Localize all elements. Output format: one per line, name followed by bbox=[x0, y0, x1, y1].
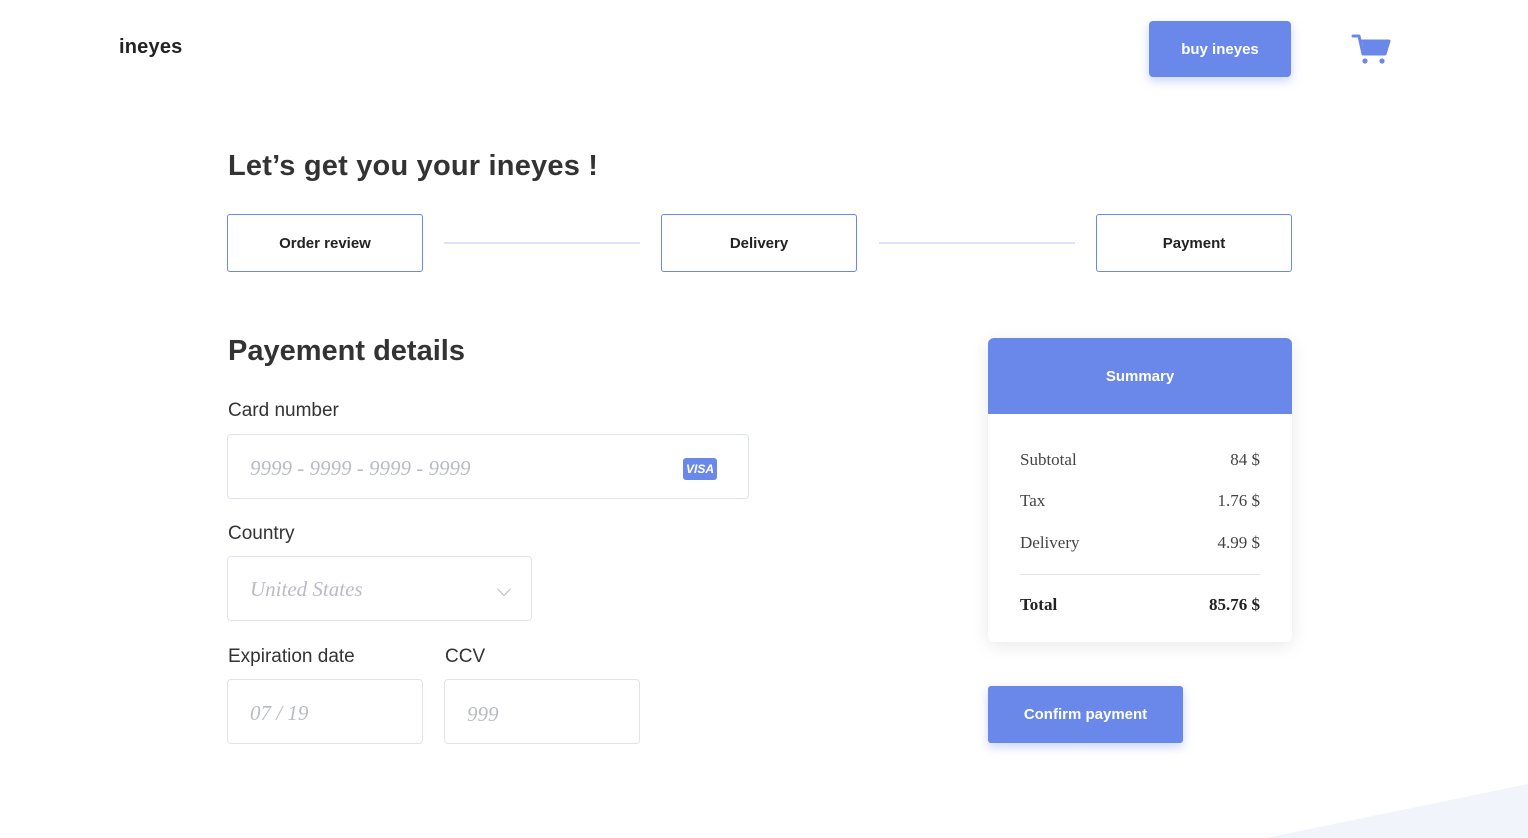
ccv-placeholder: 999 bbox=[467, 702, 499, 726]
expiration-date-label: Expiration date bbox=[228, 646, 355, 667]
summary-label: Tax bbox=[1020, 491, 1046, 510]
logo[interactable]: ineyes bbox=[119, 36, 182, 59]
expiration-date-placeholder: 07 / 19 bbox=[250, 701, 309, 725]
summary-row-total: Total 85.76 $ bbox=[1020, 595, 1260, 615]
summary-card: Summary Subtotal 84 $ Tax 1.76 $ Deliver… bbox=[988, 338, 1292, 642]
total-label: Total bbox=[1020, 595, 1058, 614]
card-number-placeholder: 9999 - 9999 - 9999 - 9999 bbox=[250, 456, 471, 480]
buy-ineyes-button[interactable]: buy ineyes bbox=[1149, 21, 1291, 77]
country-select[interactable]: United States bbox=[227, 556, 532, 621]
visa-icon: VISA bbox=[683, 458, 717, 480]
card-number-label: Card number bbox=[228, 400, 339, 421]
confirm-payment-button[interactable]: Confirm payment bbox=[988, 686, 1183, 743]
chevron-down-icon bbox=[496, 581, 512, 597]
step-payment[interactable]: Payment bbox=[1096, 214, 1292, 272]
summary-title: Summary bbox=[988, 338, 1292, 414]
ccv-field[interactable]: 999 bbox=[444, 679, 640, 744]
card-number-field[interactable]: 9999 - 9999 - 9999 - 9999 VISA bbox=[227, 434, 749, 499]
summary-row-tax: Tax 1.76 $ bbox=[1020, 491, 1260, 511]
summary-divider bbox=[1020, 574, 1260, 575]
summary-value: 4.99 $ bbox=[1217, 533, 1261, 552]
ccv-label: CCV bbox=[445, 646, 486, 667]
cart-icon[interactable] bbox=[1350, 32, 1392, 66]
summary-value: 84 $ bbox=[1230, 450, 1260, 469]
country-selected-value: United States bbox=[250, 577, 363, 601]
payment-details-title: Payement details bbox=[228, 335, 465, 367]
step-delivery[interactable]: Delivery bbox=[661, 214, 857, 272]
page-title: Let’s get you your ineyes ! bbox=[228, 150, 599, 182]
total-value: 85.76 $ bbox=[1209, 595, 1260, 614]
summary-row-subtotal: Subtotal 84 $ bbox=[1020, 450, 1260, 470]
country-label: Country bbox=[228, 523, 295, 544]
summary-row-delivery: Delivery 4.99 $ bbox=[1020, 533, 1260, 553]
corner-decoration bbox=[1266, 784, 1528, 838]
step-connector bbox=[444, 242, 640, 244]
summary-label: Delivery bbox=[1020, 533, 1080, 552]
step-order-review[interactable]: Order review bbox=[227, 214, 423, 272]
summary-label: Subtotal bbox=[1020, 450, 1077, 469]
step-connector bbox=[879, 242, 1075, 244]
expiration-date-field[interactable]: 07 / 19 bbox=[227, 679, 423, 744]
summary-value: 1.76 $ bbox=[1217, 491, 1261, 510]
